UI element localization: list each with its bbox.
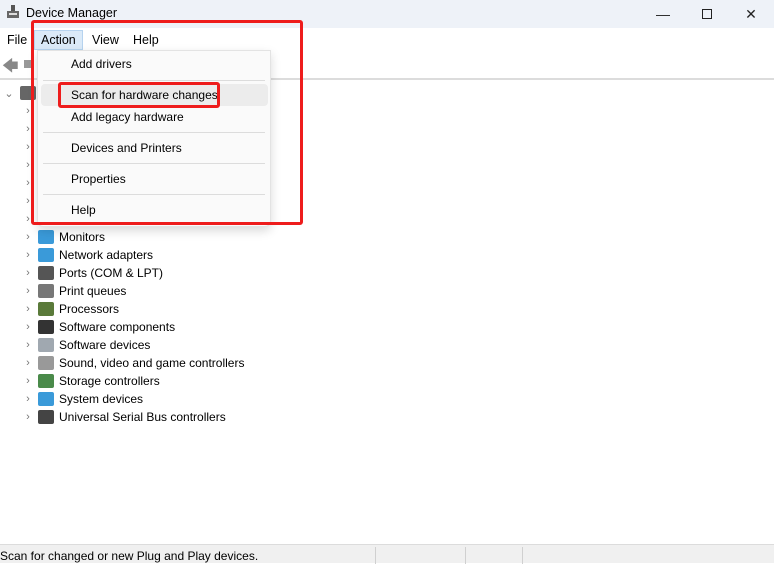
chevron-right-icon[interactable]: ›	[0, 231, 36, 243]
chevron-down-icon[interactable]: ⌄	[0, 87, 16, 100]
device-category-icon	[38, 230, 54, 244]
chevron-right-icon[interactable]: ›	[0, 411, 36, 423]
tree-item[interactable]: › Print queues	[0, 282, 126, 300]
device-manager-icon	[7, 5, 19, 18]
window-title: Device Manager	[26, 6, 118, 20]
tree-item[interactable]: › Software devices	[0, 336, 150, 354]
tree-item[interactable]: › Monitors	[0, 228, 105, 246]
maximize-icon	[702, 9, 712, 19]
close-button[interactable]: ✕	[728, 0, 774, 28]
status-divider	[465, 547, 466, 564]
device-category-icon	[38, 374, 54, 388]
chevron-right-icon[interactable]: ›	[0, 393, 36, 405]
device-category-icon	[38, 266, 54, 280]
tree-item-label: Print queues	[59, 284, 127, 298]
device-category-icon	[38, 338, 54, 352]
minimize-button[interactable]: —	[640, 0, 686, 28]
tree-item[interactable]: › Storage controllers	[0, 372, 160, 390]
device-category-icon	[38, 320, 54, 334]
status-divider	[522, 547, 523, 564]
maximize-button[interactable]	[684, 0, 730, 28]
chevron-right-icon[interactable]: ›	[0, 321, 36, 333]
tree-item[interactable]: › Software components	[0, 318, 175, 336]
tree-item-label: Software devices	[59, 338, 151, 352]
device-category-icon	[38, 284, 54, 298]
tree-item-label: Storage controllers	[59, 374, 160, 388]
chevron-right-icon[interactable]: ›	[0, 285, 36, 297]
status-divider	[375, 547, 376, 564]
status-text: Scan for changed or new Plug and Play de…	[0, 549, 259, 563]
device-category-icon	[38, 302, 54, 316]
tree-item[interactable]: › Sound, video and game controllers	[0, 354, 244, 372]
chevron-right-icon[interactable]: ›	[0, 249, 36, 261]
tree-item-label: Sound, video and game controllers	[59, 356, 245, 370]
tree-item-label: Universal Serial Bus controllers	[59, 410, 226, 424]
tree-item-label: Network adapters	[59, 248, 154, 262]
device-category-icon	[38, 248, 54, 262]
tree-item[interactable]: › Universal Serial Bus controllers	[0, 408, 226, 426]
tree-item[interactable]: › Processors	[0, 300, 119, 318]
highlight-box-scan	[58, 82, 220, 108]
tree-item-label: System devices	[59, 392, 144, 406]
tree-item[interactable]: › Network adapters	[0, 246, 153, 264]
chevron-right-icon[interactable]: ›	[0, 339, 36, 351]
chevron-right-icon[interactable]: ›	[0, 303, 36, 315]
device-category-icon	[38, 392, 54, 406]
chevron-right-icon[interactable]: ›	[0, 267, 36, 279]
highlight-box-menu	[31, 20, 303, 225]
tree-item-label: Processors	[59, 302, 120, 316]
chevron-right-icon[interactable]: ›	[0, 357, 36, 369]
chevron-right-icon[interactable]: ›	[0, 375, 36, 387]
device-category-icon	[38, 410, 54, 424]
device-category-icon	[38, 356, 54, 370]
tree-item[interactable]: › System devices	[0, 390, 143, 408]
tree-item[interactable]: › Ports (COM & LPT)	[0, 264, 163, 282]
status-bar: Scan for changed or new Plug and Play de…	[0, 544, 774, 564]
back-icon[interactable]: 🡄	[2, 55, 19, 82]
close-icon: ✕	[745, 5, 757, 22]
tree-item-label: Monitors	[59, 230, 106, 244]
tree-item-label: Ports (COM & LPT)	[59, 266, 164, 280]
minimize-icon: —	[656, 6, 670, 22]
menu-file[interactable]: File	[1, 30, 33, 50]
tree-item-label: Software components	[59, 320, 176, 334]
